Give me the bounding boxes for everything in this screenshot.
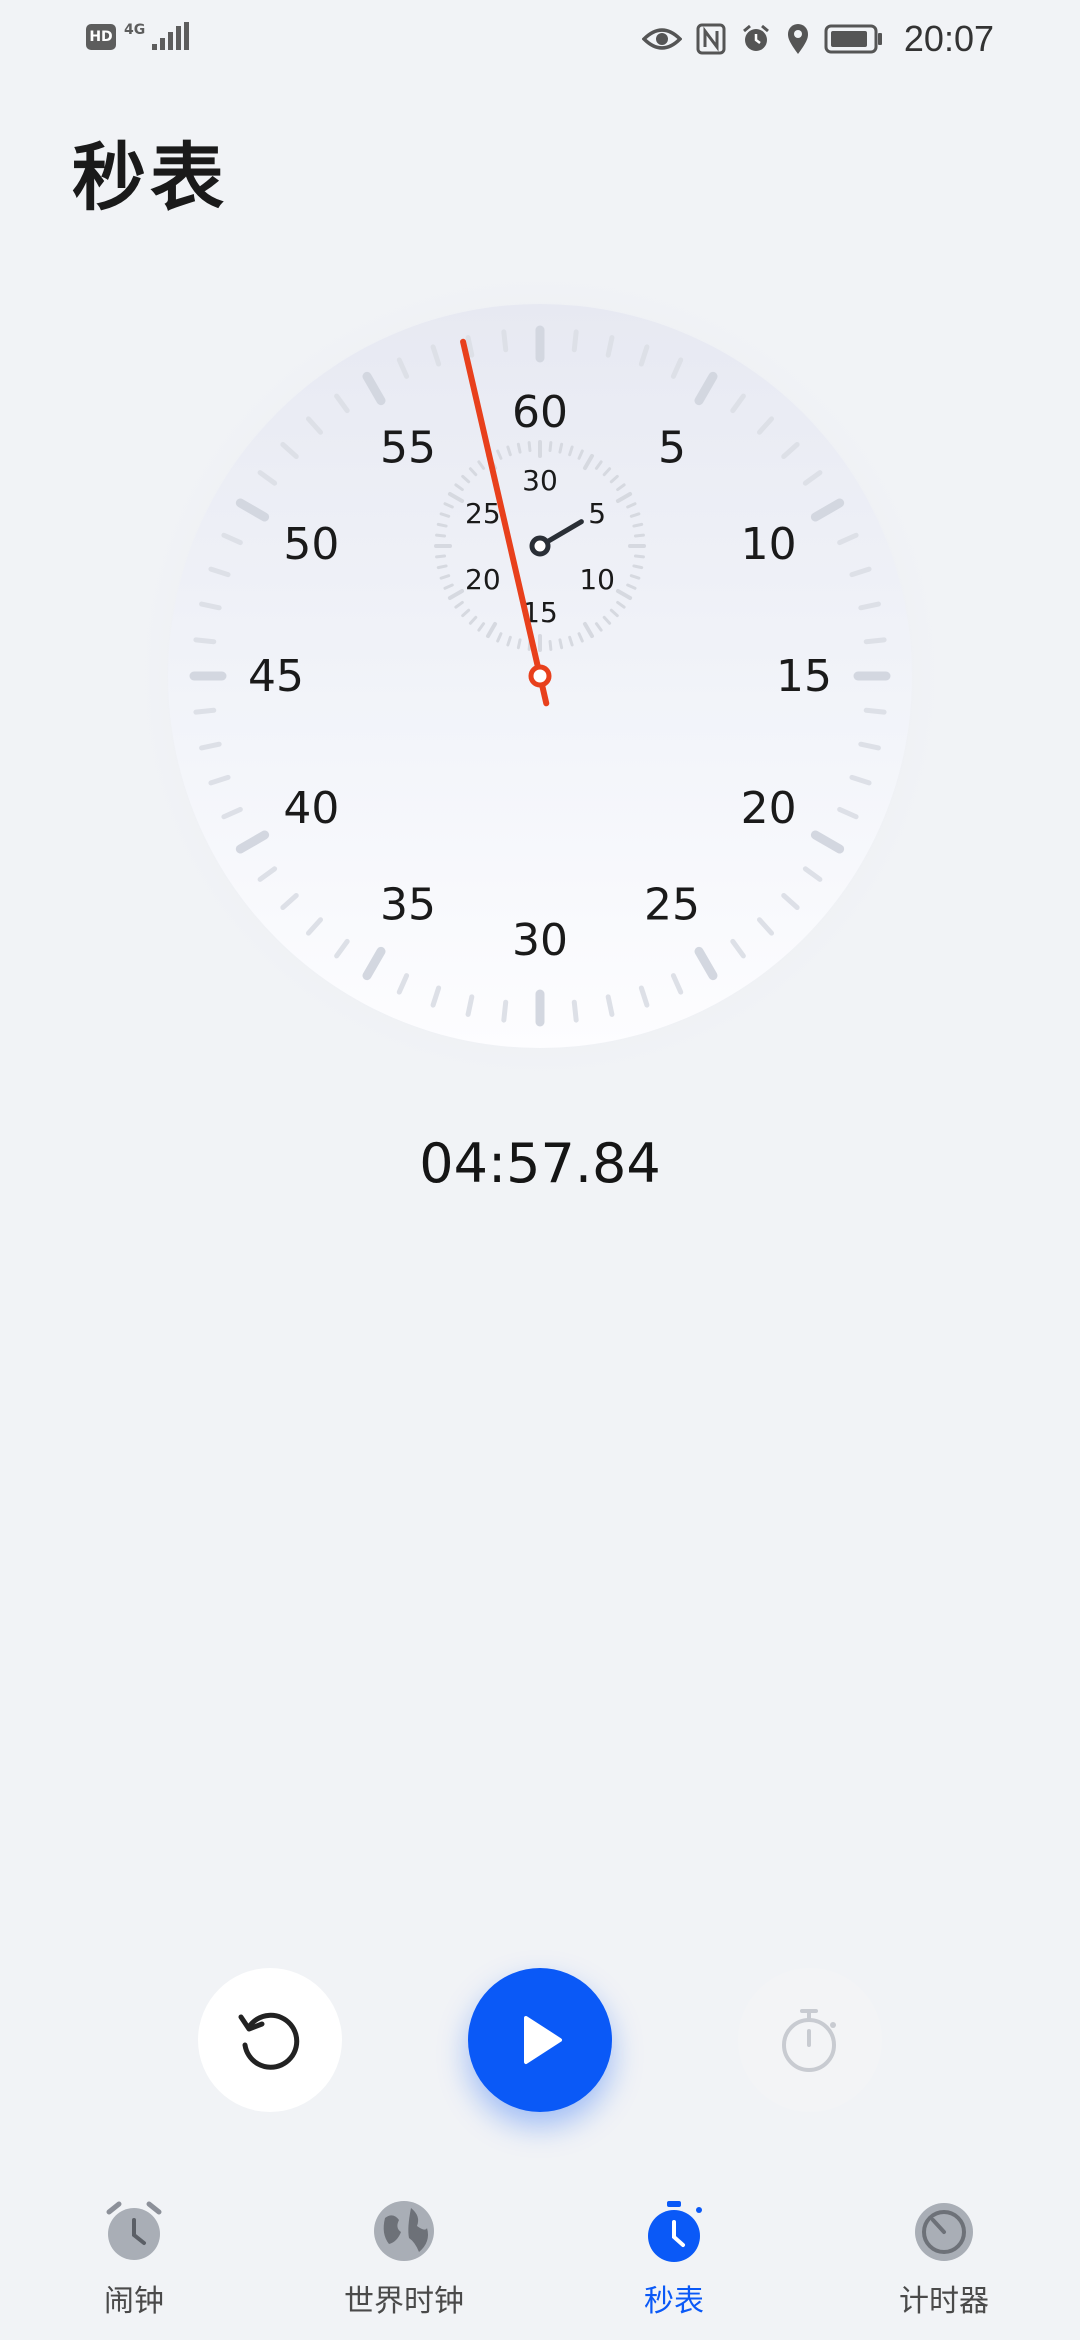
outer-dial-label: 55	[380, 422, 436, 473]
inner-tick	[527, 441, 532, 453]
inner-dial-label: 25	[465, 497, 501, 530]
stopwatch-dial: 60510152025303540455055 30510152025	[130, 266, 950, 1086]
outer-dial-label: 45	[248, 651, 304, 702]
outer-dial-label: 50	[283, 519, 339, 570]
minute-hand-pivot	[529, 535, 551, 557]
tab-timer[interactable]: 计时器	[844, 2186, 1044, 2320]
tab-label: 世界时钟	[344, 2284, 464, 2319]
inner-tick	[436, 564, 448, 570]
globe-icon	[374, 2201, 434, 2261]
inner-tick	[435, 554, 447, 559]
minor-tick	[571, 329, 579, 353]
outer-dial-label: 20	[741, 783, 797, 834]
tab-label: 秒表	[644, 2284, 704, 2319]
inner-tick	[435, 533, 447, 538]
tab-label: 闹钟	[104, 2284, 164, 2319]
reset-button[interactable]	[198, 1968, 342, 2112]
stopwatch-icon	[648, 2201, 702, 2262]
minor-tick	[501, 329, 509, 353]
alarm-clock-icon	[106, 2201, 162, 2260]
inner-dial-label: 30	[522, 464, 558, 497]
outer-dial-label: 30	[512, 915, 568, 966]
inner-dial-label: 20	[465, 563, 501, 596]
inner-tick	[558, 638, 564, 650]
minor-tick	[193, 707, 217, 715]
second-hand-pivot	[528, 664, 552, 688]
inner-tick	[548, 639, 553, 651]
inner-dial-label: 5	[588, 497, 606, 530]
outer-dial-label: 10	[741, 519, 797, 570]
inner-dial-label: 10	[579, 563, 615, 596]
tab-stopwatch[interactable]: 秒表	[574, 2186, 774, 2320]
reset-icon	[238, 2012, 300, 2070]
inner-tick	[516, 638, 522, 650]
inner-tick	[632, 564, 644, 570]
tab-world-clock[interactable]: 世界时钟	[304, 2186, 504, 2320]
outer-dial-label: 5	[658, 422, 686, 473]
tab-alarm[interactable]: 闹钟	[34, 2186, 234, 2320]
inner-tick	[516, 442, 522, 454]
inner-tick	[633, 554, 645, 559]
outer-dial-label: 40	[283, 783, 339, 834]
inner-tick	[436, 522, 448, 528]
stopwatch-screen: HD 4G 20:07 秒表 60 5 10 15 20 25 30 35 40…	[0, 0, 1080, 2340]
lap-icon	[782, 2009, 836, 2072]
play-icon	[524, 2016, 562, 2064]
play-button[interactable]	[468, 1968, 612, 2112]
outer-dial-label: 35	[380, 880, 436, 931]
inner-tick	[633, 533, 645, 538]
tab-label: 计时器	[899, 2284, 989, 2319]
minor-tick	[863, 707, 887, 715]
minor-tick	[571, 999, 579, 1023]
timer-icon	[915, 2203, 973, 2261]
minor-tick	[863, 637, 887, 645]
inner-tick	[548, 441, 553, 453]
minor-tick	[501, 999, 509, 1023]
elapsed-time: 04:57.84	[419, 1132, 661, 1195]
minor-tick	[193, 637, 217, 645]
inner-tick	[558, 442, 564, 454]
outer-dial-label: 25	[644, 880, 700, 931]
outer-dial-label: 60	[512, 387, 568, 438]
bottom-tab-bar: 闹钟 世界时钟 秒表 计时器	[0, 2186, 1080, 2340]
outer-dial-label: 15	[776, 651, 832, 702]
lap-button[interactable]	[738, 1968, 882, 2112]
inner-tick	[632, 522, 644, 528]
